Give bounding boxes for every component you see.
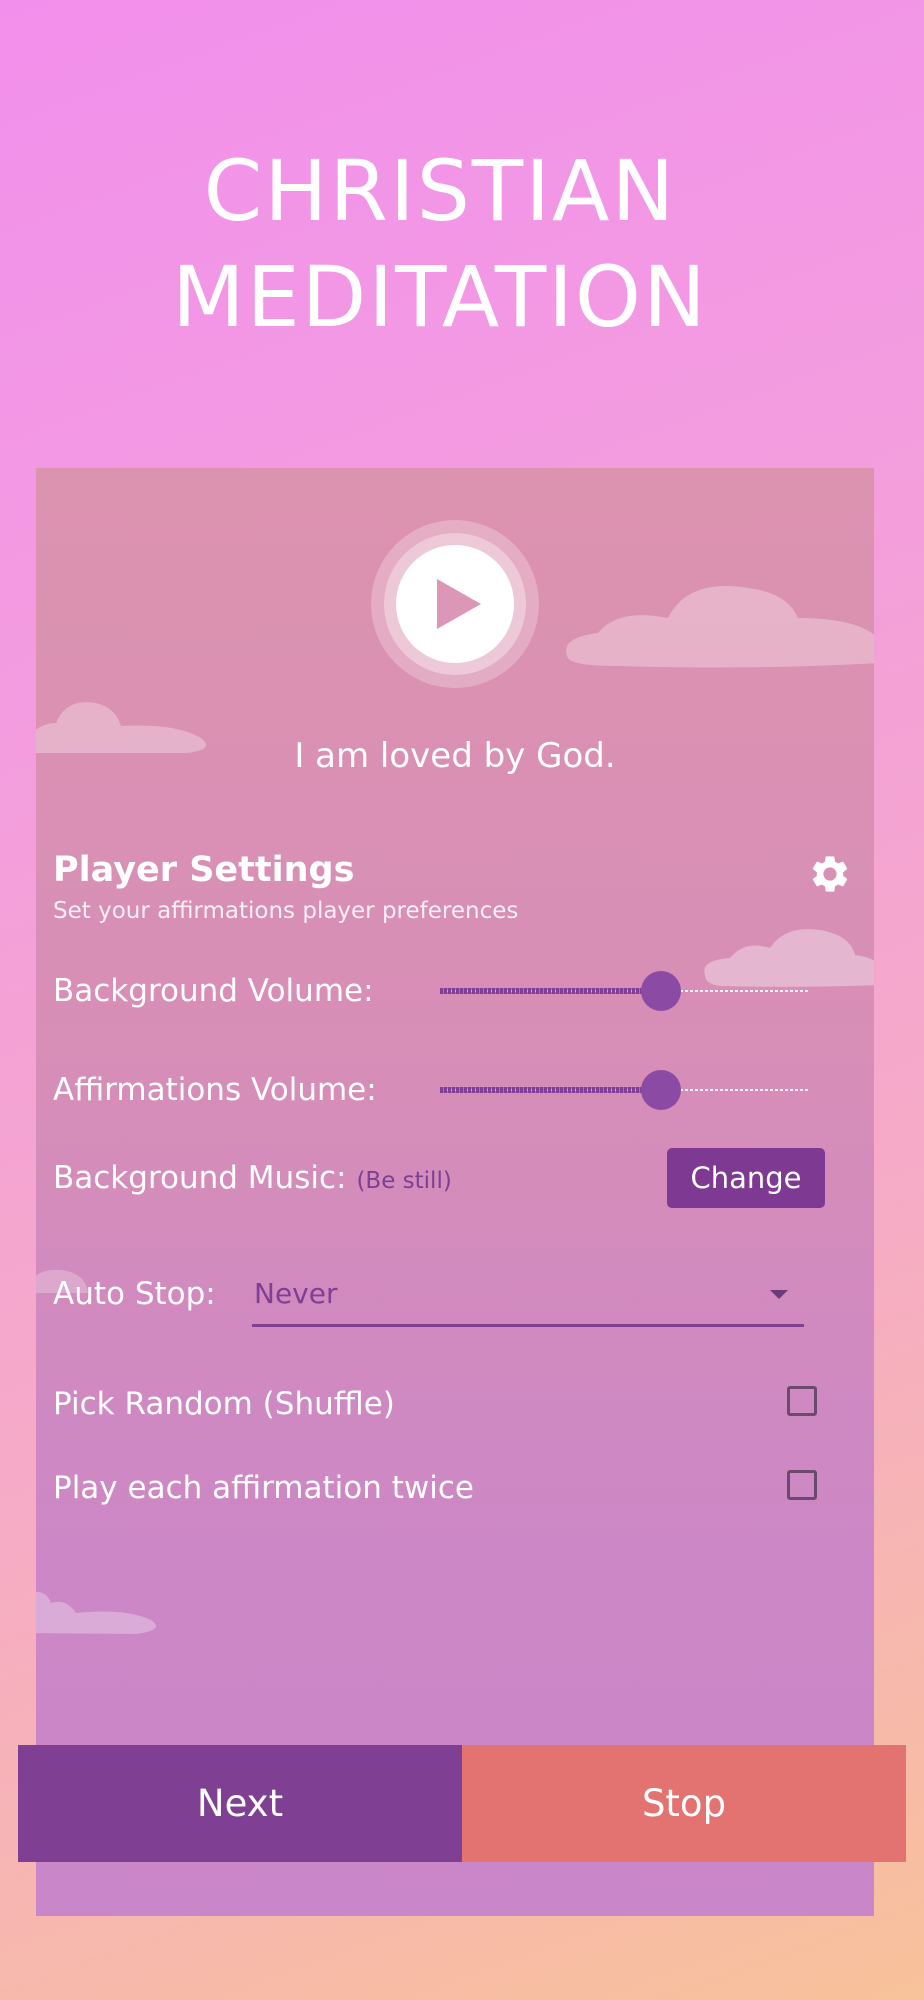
background-volume-label: Background Volume: xyxy=(53,973,374,1009)
play-twice-checkbox[interactable] xyxy=(787,1470,817,1500)
slider-thumb[interactable] xyxy=(640,1070,681,1110)
play-twice-label: Play each affirmation twice xyxy=(53,1470,474,1506)
slider-fill xyxy=(440,1087,661,1093)
player-settings-subtitle: Set your affirmations player preferences xyxy=(53,898,519,924)
auto-stop-dropdown[interactable]: Never xyxy=(252,1268,804,1327)
headline-line-2: MEDITATION xyxy=(172,248,708,346)
dropdown-caret-icon xyxy=(770,1290,788,1299)
change-music-button[interactable]: Change xyxy=(667,1148,825,1208)
background-music-label: Background Music: xyxy=(53,1160,347,1196)
background-volume-slider[interactable] xyxy=(440,971,808,1011)
affirmation-text: I am loved by God. xyxy=(294,736,616,776)
affirmations-volume-slider[interactable] xyxy=(440,1070,808,1110)
affirmations-volume-label: Affirmations Volume: xyxy=(53,1072,377,1108)
auto-stop-value: Never xyxy=(254,1277,338,1310)
headline: CHRISTIAN MEDITATION xyxy=(0,138,880,350)
background-music-row: Background Music: (Be still) xyxy=(53,1160,452,1196)
next-button[interactable]: Next xyxy=(18,1745,462,1862)
player-settings-title: Player Settings xyxy=(53,850,355,890)
cloud-decoration xyxy=(566,586,874,668)
shuffle-checkbox[interactable] xyxy=(787,1386,817,1416)
app-screen: I am loved by God. Player Settings Set y… xyxy=(36,468,874,1916)
shuffle-label: Pick Random (Shuffle) xyxy=(53,1386,395,1422)
auto-stop-label: Auto Stop: xyxy=(53,1276,216,1312)
stop-button[interactable]: Stop xyxy=(462,1745,906,1862)
play-button[interactable] xyxy=(371,520,539,688)
play-button-ring xyxy=(384,533,526,675)
slider-thumb[interactable] xyxy=(640,971,681,1011)
background-music-current: (Be still) xyxy=(356,1168,452,1194)
play-icon xyxy=(437,579,481,629)
gear-icon[interactable] xyxy=(808,852,852,896)
cloud-decoration xyxy=(36,1591,156,1634)
play-button-core xyxy=(396,545,514,663)
slider-fill xyxy=(440,988,661,994)
headline-line-1: CHRISTIAN xyxy=(203,142,677,240)
